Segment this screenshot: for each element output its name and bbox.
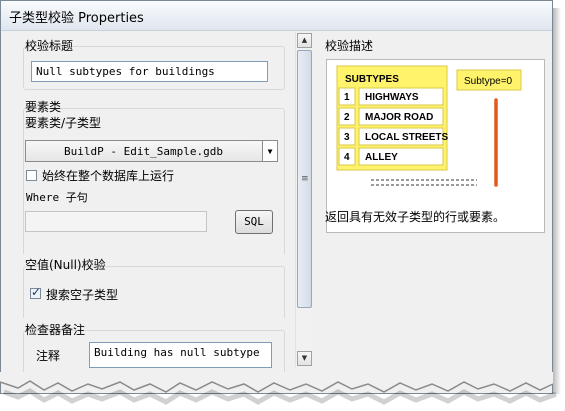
null-check-label: 空值(Null)校验 bbox=[25, 258, 106, 272]
subtype-diagram-svg: SUBTYPES 1 HIGHWAYS 2 MAJOR ROAD 3 LOCAL STREE… bbox=[336, 65, 522, 187]
subtype-number: 3 bbox=[344, 132, 350, 143]
scroll-down-icon[interactable]: ▼ bbox=[297, 351, 312, 366]
subtype-name: LOCAL STREETS bbox=[365, 132, 448, 143]
run-full-database-checkbox[interactable] bbox=[26, 170, 37, 181]
left-pane-scrollbar[interactable]: ▲ ≡ ▼ bbox=[295, 32, 313, 367]
reviewer-remarks-label: 检查器备注 bbox=[25, 323, 86, 337]
grip-icon: ≡ bbox=[301, 174, 309, 184]
subtype-name: ALLEY bbox=[365, 152, 398, 163]
sql-button[interactable]: SQL bbox=[235, 210, 273, 234]
notes-input[interactable]: Building has null subtype bbox=[89, 342, 272, 368]
title-bar[interactable]: 子类型校验 Properties bbox=[1, 1, 552, 31]
notes-label: 注释 bbox=[36, 349, 61, 363]
subtype-table-header: SUBTYPES bbox=[345, 74, 399, 85]
subtype-diagram: SUBTYPES 1 HIGHWAYS 2 MAJOR ROAD 3 LOCAL STREE… bbox=[326, 59, 545, 233]
reviewer-remarks-group: 检查器备注 注释 Building has null subtype bbox=[17, 318, 295, 375]
feature-class-group: 要素类 要素类/子类型 BuildP - Edit_Sample.gdb ▼ 始… bbox=[17, 94, 295, 264]
feature-class-value: BuildP - Edit_Sample.gdb bbox=[64, 145, 223, 158]
subtype-number: 4 bbox=[344, 152, 350, 163]
scroll-up-icon[interactable]: ▲ bbox=[297, 33, 312, 48]
subtype-name: MAJOR ROAD bbox=[365, 112, 433, 123]
check-title-input[interactable]: Null subtypes for buildings bbox=[31, 61, 268, 82]
chevron-down-icon[interactable]: ▼ bbox=[262, 141, 277, 161]
feature-class-label: 要素类 bbox=[25, 100, 62, 114]
run-full-database-label: 始终在整个数据库上运行 bbox=[42, 169, 175, 183]
subtype-number: 1 bbox=[344, 92, 350, 103]
check-title-group: 校验标题 Null subtypes for buildings bbox=[17, 32, 295, 90]
where-clause-label: Where 子句 bbox=[26, 191, 88, 204]
torn-edge bbox=[0, 372, 557, 405]
subtype-callout-label: Subtype=0 bbox=[464, 76, 513, 87]
properties-window: 子类型校验 Properties 校验标题 Null subtypes for … bbox=[0, 0, 553, 394]
where-clause-input[interactable] bbox=[25, 211, 207, 232]
check-title-label: 校验标题 bbox=[25, 39, 74, 53]
description-pane: 校验描述 SUBTYPES 1 HIGHWAYS 2 MAJOR ROAD 3 LOCAL … bbox=[319, 32, 545, 367]
description-text: 返回具有无效子类型的行或要素。 bbox=[325, 210, 506, 224]
left-pane: 校验标题 Null subtypes for buildings 要素类 要素类… bbox=[17, 32, 295, 375]
search-empty-subtype-checkbox[interactable]: ✓ bbox=[30, 285, 42, 299]
search-empty-subtype-label: 搜索空子类型 bbox=[46, 288, 119, 302]
subtype-number: 2 bbox=[344, 112, 350, 123]
checkmark-icon: ✓ bbox=[31, 285, 42, 299]
feature-class-combo[interactable]: BuildP - Edit_Sample.gdb ▼ bbox=[25, 140, 278, 162]
null-check-group: 空值(Null)校验 ✓ 搜索空子类型 bbox=[17, 254, 295, 320]
description-label: 校验描述 bbox=[325, 39, 374, 53]
feature-subtype-label: 要素类/子类型 bbox=[25, 116, 102, 130]
scroll-thumb[interactable]: ≡ bbox=[297, 50, 312, 308]
window-title: 子类型校验 Properties bbox=[9, 11, 144, 26]
subtype-name: HIGHWAYS bbox=[365, 92, 419, 103]
window-shadow bbox=[553, 8, 561, 394]
